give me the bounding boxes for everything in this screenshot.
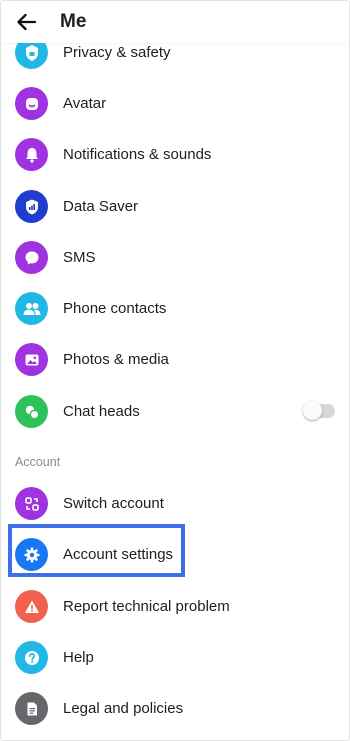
chat-heads-toggle[interactable] [303,401,335,420]
menu-item-report-technical-problem[interactable]: Report technical problem [1,581,349,632]
arrow-left-icon [16,13,36,31]
menu-item-help[interactable]: Help [1,632,349,683]
back-button[interactable] [14,10,38,34]
menu-item-label: SMS [63,249,96,266]
avatar-face-icon [15,87,48,120]
menu-item-avatar[interactable]: Avatar [1,78,349,129]
menu-item-label: Switch account [63,495,164,512]
menu-item-label: Chat heads [63,403,140,420]
menu-item-label: Photos & media [63,351,169,368]
menu-item-sms[interactable]: SMS [1,232,349,283]
question-icon [15,641,48,674]
chat-heads-icon [15,395,48,428]
people-icon [15,292,48,325]
menu-item-label: Phone contacts [63,300,167,317]
menu-item-phone-contacts[interactable]: Phone contacts [1,283,349,334]
data-shield-icon [15,190,48,223]
menu-item-label: Data Saver [63,198,139,215]
menu-item-photos-media[interactable]: Photos & media [1,334,349,385]
toggle-knob [303,401,322,420]
document-icon [15,692,48,725]
menu-item-chat-heads[interactable]: Chat heads [1,386,349,437]
warning-icon [15,590,48,623]
section-header-account: Account [15,455,61,469]
menu-item-label: Legal and policies [63,700,184,717]
menu-item-legal-policies[interactable]: Legal and policies [1,683,349,734]
menu-item-label: Notifications & sounds [63,146,212,163]
menu-item-data-saver[interactable]: Data Saver [1,181,349,232]
switch-account-icon [15,487,48,520]
menu-item-label: Help [63,649,94,666]
screen: Privacy & safety Avatar Notifications & … [0,0,350,741]
menu-item-account-settings[interactable]: Account settings [1,529,349,580]
menu-item-label: Avatar [63,95,107,112]
gear-icon [15,538,48,571]
menu-item-notifications-sounds[interactable]: Notifications & sounds [1,129,349,180]
image-icon [15,343,48,376]
top-app-bar: Me [1,1,349,43]
menu-item-label: Account settings [63,546,174,563]
chat-bubble-icon [15,241,48,274]
menu-item-switch-account[interactable]: Switch account [1,478,349,529]
menu-item-label: Report technical problem [63,598,230,615]
bell-icon [15,138,48,171]
page-title: Me [60,11,87,32]
menu-item-label: Privacy & safety [63,44,171,61]
